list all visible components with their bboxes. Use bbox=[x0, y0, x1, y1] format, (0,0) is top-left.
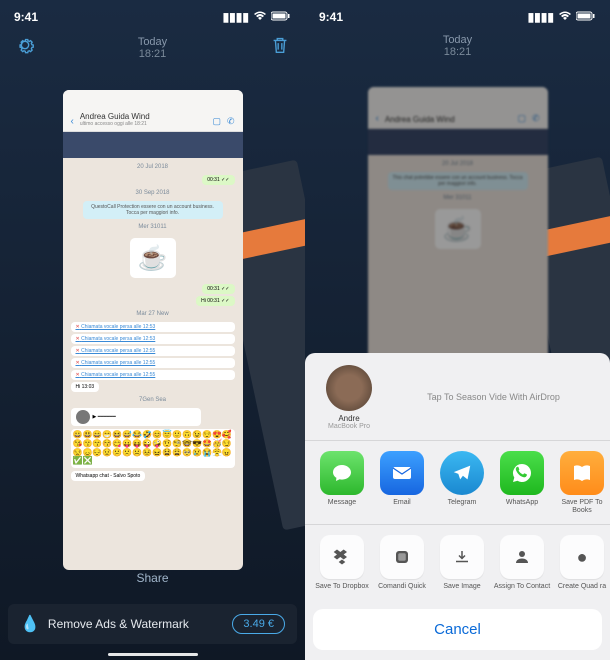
voice-message: ▶ ━━━━━━ bbox=[71, 408, 201, 426]
status-right: ▮▮▮▮ bbox=[528, 10, 596, 24]
media-banner bbox=[63, 132, 243, 158]
status-right: ▮▮▮▮ bbox=[223, 10, 291, 24]
airdrop-row: Andre MacBook Pro Tap To Season Vide Wit… bbox=[305, 361, 610, 441]
contact-name: Andrea Guida Wind bbox=[80, 112, 207, 121]
voice-call-icon[interactable]: ✆ bbox=[227, 116, 235, 127]
missed-call: ✕ Chiamata vocale persa alle 12:53 bbox=[71, 322, 235, 332]
share-app-message[interactable]: Message bbox=[313, 451, 371, 514]
missed-call: ✕ Chiamata vocale persa alle 12:55 bbox=[71, 370, 235, 380]
share-app-mail[interactable]: Email bbox=[373, 451, 431, 514]
cancel-button[interactable]: Cancel bbox=[313, 609, 602, 650]
back-icon[interactable]: ‹ bbox=[71, 116, 74, 127]
action-assign-contact[interactable]: Assign To Contact bbox=[493, 535, 551, 591]
chat-body[interactable]: 20 Jul 2018 00:31 ✓✓ 30 Sep 2018 QuestoC… bbox=[63, 132, 243, 562]
purchase-bar[interactable]: 💧 Remove Ads & Watermark 3.49 € bbox=[8, 604, 297, 644]
message-icon bbox=[320, 451, 364, 495]
content-area: los / M. Sounto ‹ Andrea Guida Wind ulti… bbox=[0, 65, 305, 595]
telegram-icon bbox=[440, 451, 484, 495]
phone-right: 9:41 ▮▮▮▮ Today 18:21 los / M. Sounto ‹ bbox=[305, 0, 610, 660]
share-sheet: Andre MacBook Pro Tap To Season Vide Wit… bbox=[305, 353, 610, 660]
status-time: 9:41 bbox=[14, 10, 38, 24]
whatsapp-icon bbox=[500, 451, 544, 495]
airdrop-target[interactable]: Andre MacBook Pro bbox=[319, 365, 379, 430]
chat-preview[interactable]: ‹ Andrea Guida Wind ultimo accesso oggi … bbox=[63, 90, 243, 570]
msg-hi-in: Hi 13:03 bbox=[71, 382, 100, 392]
status-time: 9:41 bbox=[319, 10, 343, 24]
signal-icon: ▮▮▮▮ bbox=[223, 10, 249, 24]
share-app-books[interactable]: Save PDF To Books bbox=[553, 451, 610, 514]
signal-icon: ▮▮▮▮ bbox=[528, 10, 554, 24]
price-button[interactable]: 3.49 € bbox=[232, 614, 285, 634]
share-apps-row[interactable]: Message Email Telegram WhatsApp bbox=[305, 441, 610, 524]
contact-status: ultimo accesso oggi alle 18:21 bbox=[80, 121, 207, 127]
today-label: Today 18:21 bbox=[138, 36, 167, 60]
missed-call: ✕ Chiamata vocale persa alle 12:53 bbox=[71, 334, 235, 344]
cup-sticker: ☕ bbox=[130, 238, 176, 278]
missed-call: ✕ Chiamata vocale persa alle 12:55 bbox=[71, 346, 235, 356]
avatar bbox=[326, 365, 372, 411]
status-bar: 9:41 ▮▮▮▮ bbox=[0, 0, 305, 30]
settings-icon[interactable] bbox=[14, 34, 36, 61]
missed-call: ✕ Chiamata vocale persa alle 12:55 bbox=[71, 358, 235, 368]
action-dropbox[interactable]: Save To Dropbox bbox=[313, 535, 371, 591]
battery-icon bbox=[271, 10, 291, 24]
delete-icon[interactable] bbox=[269, 34, 291, 61]
system-message: QuestoCall Protection essere con un acco… bbox=[83, 201, 223, 219]
action-save-image[interactable]: Save Image bbox=[433, 535, 491, 591]
chat-header: ‹ Andrea Guida Wind ultimo accesso oggi … bbox=[63, 90, 243, 132]
video-call-icon[interactable]: ▢ bbox=[212, 116, 221, 127]
share-app-telegram[interactable]: Telegram bbox=[433, 451, 491, 514]
save-image-icon bbox=[440, 535, 484, 579]
droplet-icon: 💧 bbox=[20, 614, 40, 634]
airdrop-hint: Tap To Season Vide With AirDrop bbox=[391, 392, 596, 402]
home-indicator[interactable] bbox=[108, 653, 198, 656]
today-label: Today 18:21 bbox=[443, 34, 472, 58]
wifi-icon bbox=[253, 10, 267, 24]
action-shortcuts[interactable]: Comandi Quick bbox=[373, 535, 431, 591]
top-bar: Today 18:21 bbox=[0, 30, 305, 65]
action-create[interactable]: ● Create Quad ra bbox=[553, 535, 610, 591]
status-bar: 9:41 ▮▮▮▮ bbox=[305, 0, 610, 30]
purchase-label: Remove Ads & Watermark bbox=[48, 617, 224, 631]
dropbox-icon bbox=[320, 535, 364, 579]
top-bar: Today 18:21 bbox=[305, 30, 610, 62]
share-actions-row[interactable]: Save To Dropbox Comandi Quick Save Image… bbox=[305, 524, 610, 601]
contact-icon bbox=[500, 535, 544, 579]
mail-icon bbox=[380, 451, 424, 495]
wifi-icon bbox=[558, 10, 572, 24]
msg-hi: Hi 00:31 ✓✓ bbox=[196, 296, 234, 306]
share-app-whatsapp[interactable]: WhatsApp bbox=[493, 451, 551, 514]
create-icon: ● bbox=[560, 535, 604, 579]
books-icon bbox=[560, 451, 604, 495]
battery-icon bbox=[576, 10, 596, 24]
phone-left: 9:41 ▮▮▮▮ Today 18:21 los / M. Sounto bbox=[0, 0, 305, 660]
shortcuts-icon bbox=[380, 535, 424, 579]
emoji-message: 😀😃😄😁😆😅😂🤣😊😇🙂🙃😉😌😍🥰😘😗😙😚😋😛😝😜🤪🤨🧐🤓😎🤩🥳😏😒😞😔😟😕🙁☹️… bbox=[71, 429, 235, 468]
